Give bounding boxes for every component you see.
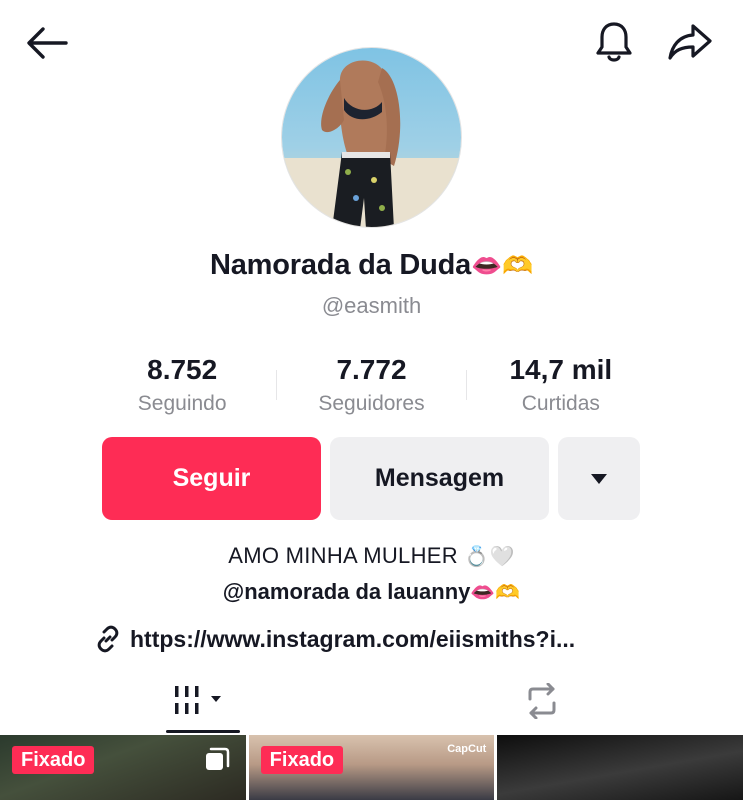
caret-down-icon (591, 473, 607, 484)
profile-tabs (0, 668, 743, 734)
tab-videos[interactable] (160, 668, 240, 734)
active-tab-indicator (166, 730, 240, 733)
stat-following[interactable]: 8.752 Seguindo (88, 352, 276, 422)
username: @easmith (321, 293, 422, 318)
stat-following-label: Seguindo (137, 392, 227, 415)
display-name-emojis: 👄🫶 (471, 251, 533, 280)
bio-link[interactable]: https://www.instagram.com/eiismiths?i... (94, 622, 575, 656)
profile-avatar[interactable] (281, 47, 462, 228)
stat-following-value: 8.752 (147, 354, 218, 385)
tab-reposts[interactable] (502, 668, 582, 734)
profile-stats: 8.752 Seguindo 7.772 Seguidores 14,7 mil… (88, 352, 655, 422)
pinned-badge: Fixado (260, 746, 344, 774)
capcut-watermark: CapCut (447, 743, 487, 755)
stat-likes-label: Curtidas (521, 392, 600, 415)
bio-link-text: https://www.instagram.com/eiismiths?i... (130, 625, 576, 652)
follow-button[interactable]: Seguir (102, 437, 321, 520)
share-button[interactable] (664, 18, 716, 66)
stat-followers-value: 7.772 (336, 354, 407, 385)
bio-mention[interactable]: @namorada da lauanny👄🫶 (0, 577, 743, 607)
video-thumbnail[interactable] (497, 735, 743, 800)
display-name-text: Namorada da Duda (210, 249, 472, 281)
repost-icon (528, 683, 556, 719)
message-button[interactable]: Mensagem (330, 437, 549, 520)
stat-likes[interactable]: 14,7 mil Curtidas (467, 352, 655, 422)
stat-followers[interactable]: 7.772 Seguidores (277, 352, 465, 422)
back-button[interactable] (22, 20, 72, 66)
notifications-button[interactable] (590, 18, 638, 66)
bio-mention-text: @namorada da lauanny (222, 579, 471, 604)
videos-grid-icon (175, 686, 221, 714)
avatar-image (282, 48, 461, 227)
bio-text: AMO MINHA MULHER (228, 543, 458, 568)
display-name: Namorada da Duda👄🫶 (0, 246, 743, 285)
video-thumbnail[interactable]: Fixado (0, 735, 246, 800)
link-icon (97, 625, 119, 653)
bio-line: AMO MINHA MULHER 💍🤍 (0, 541, 743, 571)
bio-mention-emojis: 👄🫶 (470, 580, 521, 604)
share-arrow-icon (668, 24, 712, 60)
bell-icon (596, 22, 632, 62)
bio-emojis: 💍🤍 (464, 544, 515, 568)
stat-likes-value: 14,7 mil (509, 354, 613, 385)
arrow-left-icon (27, 27, 68, 59)
video-thumbnail[interactable]: Fixado CapCut (248, 735, 495, 800)
stat-followers-label: Seguidores (318, 392, 425, 415)
multi-photo-icon (206, 747, 230, 770)
pinned-badge: Fixado (12, 746, 95, 774)
video-grid: Fixado Fixado CapCut (0, 735, 743, 800)
more-options-button[interactable] (558, 437, 640, 520)
